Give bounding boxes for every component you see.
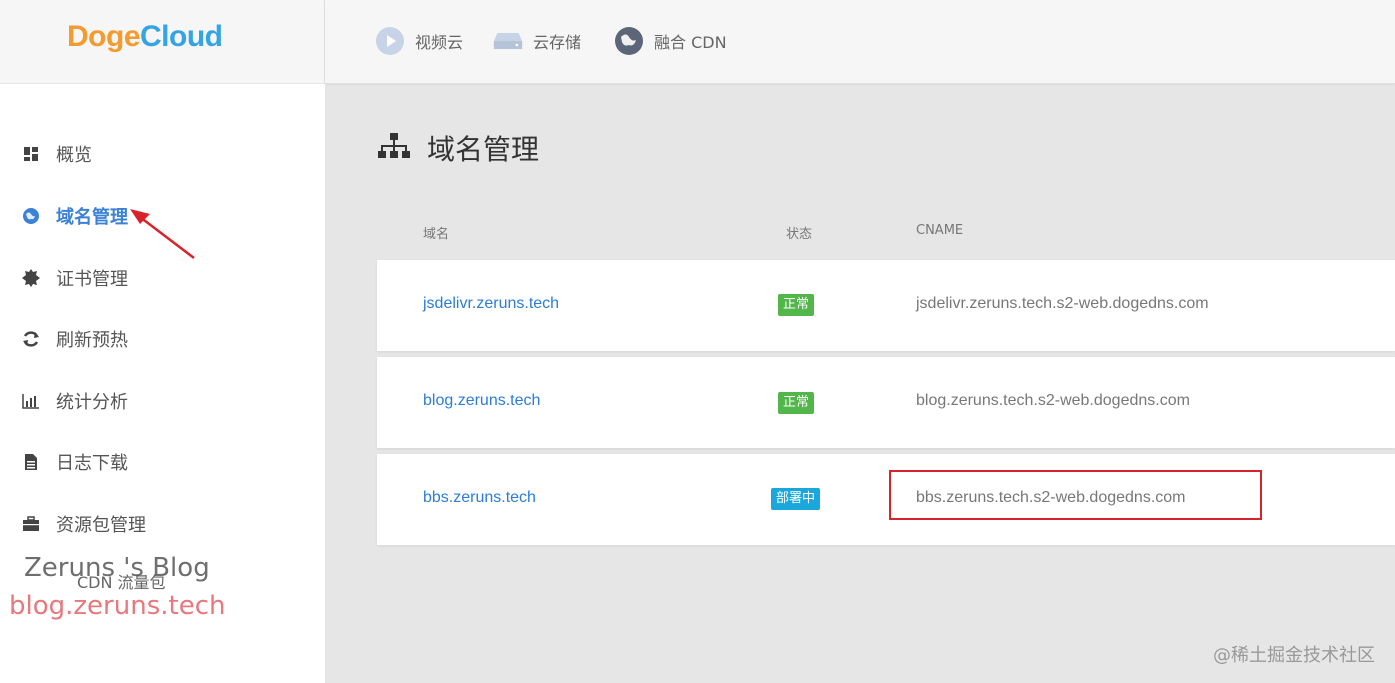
sidebar-item-label: 域名管理 <box>56 207 128 228</box>
logo[interactable]: DogeCloud <box>67 20 223 54</box>
logo-part-cloud: Cloud <box>140 20 223 53</box>
cname-highlight-box <box>889 470 1262 520</box>
globe-icon <box>22 207 40 225</box>
top-nav-label: 融合 CDN <box>654 33 727 52</box>
dashboard-icon <box>22 145 40 163</box>
bar-chart-icon <box>22 392 40 410</box>
sidebar-item-label: 证书管理 <box>56 269 128 290</box>
page-header: 域名管理 <box>377 128 539 168</box>
table-row[interactable]: blog.zeruns.tech 正常 blog.zeruns.tech.s2-… <box>377 357 1395 448</box>
watermark-blog-name: Zeruns 's Blog <box>24 553 210 583</box>
storage-icon <box>493 26 523 56</box>
play-icon <box>375 26 405 56</box>
file-icon <box>22 453 40 471</box>
top-nav-label: 云存储 <box>533 33 582 52</box>
briefcase-icon <box>22 515 40 533</box>
sidebar-item-label: 资源包管理 <box>56 515 146 536</box>
sitemap-icon <box>377 131 411 166</box>
logo-part-doge: Doge <box>67 20 141 53</box>
top-nav-cdn[interactable]: 融合 CDN <box>614 26 727 56</box>
top-nav-bar: 视频云 云存储 融合 CDN <box>325 0 1395 84</box>
annotation-arrow <box>130 209 195 259</box>
column-header-domain: 域名 <box>423 227 450 242</box>
certificate-icon <box>22 269 40 287</box>
cname-value: jsdelivr.zeruns.tech.s2-web.dogedns.com <box>916 295 1209 312</box>
top-nav-video-cloud[interactable]: 视频云 <box>375 26 463 56</box>
sidebar-item-certificate[interactable]: 证书管理 <box>0 258 325 298</box>
sidebar-item-log-download[interactable]: 日志下载 <box>0 442 325 482</box>
sidebar-item-statistics[interactable]: 统计分析 <box>0 381 325 421</box>
sidebar-item-overview[interactable]: 概览 <box>0 134 325 174</box>
status-badge: 部署中 <box>771 488 821 510</box>
sidebar-item-label: 刷新预热 <box>56 330 128 351</box>
status-badge: 正常 <box>778 294 815 316</box>
top-nav-label: 视频云 <box>415 33 464 52</box>
domain-link[interactable]: blog.zeruns.tech <box>423 392 540 410</box>
watermark-blog-url: blog.zeruns.tech <box>9 591 226 621</box>
refresh-icon <box>22 330 40 348</box>
column-header-cname: CNAME <box>916 223 964 238</box>
table-row[interactable]: jsdelivr.zeruns.tech 正常 jsdelivr.zeruns.… <box>377 260 1395 351</box>
top-nav-cloud-storage[interactable]: 云存储 <box>493 26 581 56</box>
sidebar-item-refresh[interactable]: 刷新预热 <box>0 319 325 359</box>
domain-link[interactable]: jsdelivr.zeruns.tech <box>423 295 559 313</box>
globe-icon <box>614 26 644 56</box>
sidebar-item-label: 日志下载 <box>56 453 128 474</box>
sidebar-item-label: 统计分析 <box>56 392 128 413</box>
cname-value: blog.zeruns.tech.s2-web.dogedns.com <box>916 392 1190 409</box>
sidebar-item-resource-package[interactable]: 资源包管理 <box>0 504 325 544</box>
sidebar-item-label: 概览 <box>56 145 92 166</box>
page-title: 域名管理 <box>427 133 540 166</box>
status-badge: 正常 <box>778 392 815 414</box>
domain-link[interactable]: bbs.zeruns.tech <box>423 489 536 507</box>
logo-area: DogeCloud <box>0 0 325 84</box>
column-header-status: 状态 <box>786 227 813 242</box>
footer-credit: @稀土掘金技术社区 <box>1213 645 1375 666</box>
